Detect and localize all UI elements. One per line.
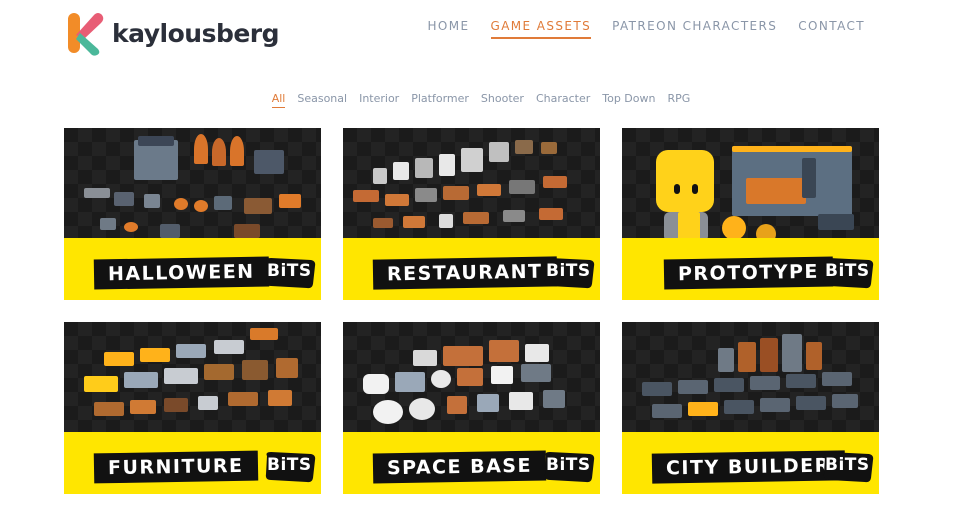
card-title-bar: CITY BUILDER [651,450,846,484]
card-title-bar: SPACE BASE [372,450,547,484]
bits-badge-label: BiTS [825,261,870,281]
nav-game-assets[interactable]: GAME ASSETS [490,19,592,39]
filter-interior[interactable]: Interior [359,92,399,108]
bits-badge-icon: BiTS [821,450,875,484]
asset-card-prototype[interactable]: PROTOTYPE BiTS [622,128,879,300]
nav-home[interactable]: HOME [427,19,469,39]
card-title-bar: HALLOWEEN [93,256,269,290]
card-title: HALLOWEEN [107,260,255,286]
card-title: RESTAURANT [386,260,543,286]
nav-patreon-characters[interactable]: PATREON CHARACTERS [612,19,777,39]
filter-seasonal[interactable]: Seasonal [297,92,347,108]
card-title-bar: PROTOTYPE [663,256,834,290]
filter-rpg[interactable]: RPG [667,92,690,108]
card-title: SPACE BASE [386,454,533,480]
brand-logo[interactable]: kaylousberg [64,8,280,58]
brand-name: kaylousberg [112,18,280,48]
bits-badge-icon: BiTS [821,256,875,290]
asset-grid: HALLOWEEN BiTS RESTAURANT BiTS PROTOTYPE… [64,128,879,494]
bits-badge-icon: BiTS [542,256,596,290]
kaylousberg-logo-icon [64,9,106,57]
main-nav: HOME GAME ASSETS PATREON CHARACTERS CONT… [406,19,865,39]
bits-badge-label: BiTS [825,455,870,475]
asset-card-halloween[interactable]: HALLOWEEN BiTS [64,128,321,300]
card-title: PROTOTYPE [677,260,820,286]
card-title: FURNITURE [107,454,244,480]
filter-top-down[interactable]: Top Down [602,92,655,108]
asset-card-space-base[interactable]: SPACE BASE BiTS [343,322,600,494]
filter-shooter[interactable]: Shooter [481,92,524,108]
filter-character[interactable]: Character [536,92,590,108]
bits-badge-icon: BiTS [542,450,596,484]
asset-card-restaurant[interactable]: RESTAURANT BiTS [343,128,600,300]
filter-platformer[interactable]: Platformer [411,92,469,108]
filter-all[interactable]: All [271,92,286,108]
asset-card-city-builder[interactable]: CITY BUILDER BiTS [622,322,879,494]
category-filter-bar: All Seasonal Interior Platformer Shooter… [0,92,956,108]
card-title-bar: RESTAURANT [372,256,557,290]
asset-card-furniture[interactable]: FURNITURE BiTS [64,322,321,494]
card-title-bar: FURNITURE [93,450,258,484]
bits-badge-icon: BiTS [263,256,317,290]
bits-badge-label: BiTS [546,455,591,475]
bits-badge-label: BiTS [267,261,312,281]
card-title: CITY BUILDER [665,454,832,480]
bits-badge-label: BiTS [546,261,591,281]
bits-badge-label: BiTS [267,455,312,475]
nav-contact[interactable]: CONTACT [798,19,865,39]
bits-badge-icon: BiTS [263,450,317,484]
